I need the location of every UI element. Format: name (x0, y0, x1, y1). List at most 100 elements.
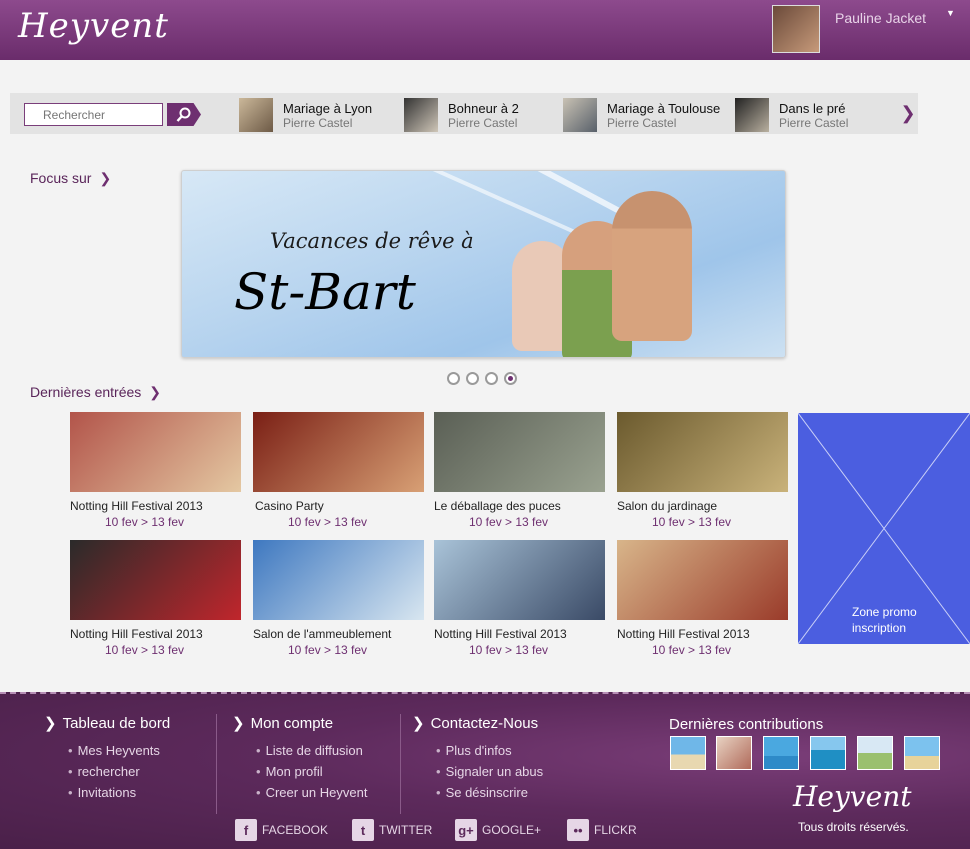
event-card-name: Casino Party (255, 499, 324, 513)
event-author: Pierre Castel (607, 116, 677, 130)
facebook-link[interactable]: f FACEBOOK (235, 819, 328, 841)
event-card-date: 10 fev > 13 fev (288, 643, 368, 657)
carousel-dot[interactable] (447, 372, 460, 385)
event-card-image (434, 540, 605, 620)
recent-event-item[interactable]: Bohneur à 2 Pierre Castel (404, 98, 559, 132)
footer-link[interactable]: rechercher (68, 761, 170, 782)
latest-heading[interactable]: Dernières entrées ❯ (30, 384, 161, 401)
footer-link[interactable]: Mon profil (256, 761, 367, 782)
focus-heading[interactable]: Focus sur ❯ (30, 170, 111, 187)
footer-link[interactable]: Signaler un abus (436, 761, 544, 782)
footer: ❯ Tableau de bord Mes Heyvents rechercher… (0, 692, 970, 849)
copyright-text: Tous droits réservés. (798, 820, 909, 834)
social-label: TWITTER (379, 823, 433, 837)
event-card-date: 10 fev > 13 fev (105, 643, 185, 657)
event-author: Pierre Castel (779, 116, 849, 130)
footer-heading-label: Tableau de bord (62, 715, 171, 732)
promo-line: Zone promo (852, 605, 917, 619)
footer-heading[interactable]: ❯ Contactez-Nous (412, 714, 543, 732)
footer-link[interactable]: Creer un Heyvent (256, 782, 368, 803)
contribution-thumbnail[interactable] (670, 736, 706, 770)
banner-subtitle: Vacances de rêve à (270, 229, 474, 253)
event-card[interactable]: Le déballage des puces 10 fev > 13 fev (434, 412, 605, 529)
event-card-name: Notting Hill Festival 2013 (70, 627, 203, 641)
contribution-thumbnail[interactable] (716, 736, 752, 770)
heyvent-logo[interactable]: Heyvent (18, 6, 169, 46)
event-author: Pierre Castel (448, 116, 518, 130)
footer-col-contact: ❯ Contactez-Nous Plus d'infos Signaler un… (412, 714, 543, 803)
event-card-date: 10 fev > 13 fev (469, 643, 549, 657)
event-card[interactable]: Notting Hill Festival 2013 10 fev > 13 f… (617, 540, 788, 657)
event-thumbnail (239, 98, 273, 132)
footer-link[interactable]: Invitations (68, 782, 170, 803)
event-card-image (70, 540, 241, 620)
event-card-image (617, 540, 788, 620)
user-name[interactable]: Pauline Jacket (835, 10, 926, 26)
recent-event-item[interactable]: Dans le pré Pierre Castel (735, 98, 895, 132)
event-card[interactable]: Salon du jardinage 10 fev > 13 fev (617, 412, 788, 529)
footer-heading[interactable]: ❯ Tableau de bord (44, 714, 170, 732)
social-label: GOOGLE+ (482, 823, 542, 837)
recent-event-item[interactable]: Mariage à Toulouse Pierre Castel (563, 98, 728, 132)
footer-link[interactable]: Mes Heyvents (68, 740, 170, 761)
chevron-right-icon: ❯ (99, 170, 112, 186)
chevron-right-icon: ❯ (149, 384, 162, 400)
footer-heading-label: Mon compte (250, 715, 334, 732)
chevron-right-icon[interactable]: ❯ (898, 93, 918, 134)
footer-link[interactable]: Se désinscrire (436, 782, 543, 803)
footer-logo: Heyvent (793, 780, 912, 813)
event-card-image (253, 540, 424, 620)
recent-event-item[interactable]: Mariage à Lyon Pierre Castel (239, 98, 399, 132)
sky-streak (395, 171, 629, 218)
event-card-image (617, 412, 788, 492)
flickr-link[interactable]: •• FLICKR (567, 819, 637, 841)
contribution-thumbnail[interactable] (810, 736, 846, 770)
event-card-image (70, 412, 241, 492)
event-card[interactable]: Casino Party 10 fev > 13 fev (253, 412, 424, 529)
contribution-thumbnail[interactable] (857, 736, 893, 770)
promo-text: Zone promo inscription (852, 604, 917, 636)
contribution-thumbnail[interactable] (904, 736, 940, 770)
footer-divider (216, 714, 217, 814)
carousel-dots (447, 372, 517, 385)
contributions-title: Dernières contributions (669, 716, 824, 733)
chevron-right-icon: ❯ (44, 715, 57, 732)
event-card-name: Salon du jardinage (617, 499, 718, 513)
event-card-image (434, 412, 605, 492)
event-card-image (253, 412, 424, 492)
user-avatar[interactable] (772, 5, 820, 53)
carousel-dot[interactable] (466, 372, 479, 385)
footer-heading[interactable]: ❯ Mon compte (232, 714, 367, 732)
event-title: Dans le pré (779, 101, 846, 116)
event-title: Bohneur à 2 (448, 101, 519, 116)
event-card-date: 10 fev > 13 fev (105, 515, 185, 529)
event-card[interactable]: Notting Hill Festival 2013 10 fev > 13 f… (434, 540, 605, 657)
contribution-thumbnail[interactable] (763, 736, 799, 770)
twitter-link[interactable]: t TWITTER (352, 819, 432, 841)
focus-title: Focus sur (30, 170, 92, 186)
user-menu-caret-icon[interactable]: ▼ (946, 8, 955, 18)
event-card-name: Notting Hill Festival 2013 (70, 499, 203, 513)
google-plus-icon: g+ (455, 819, 477, 841)
carousel-dot[interactable] (485, 372, 498, 385)
social-label: FACEBOOK (262, 823, 329, 837)
event-card[interactable]: Salon de l'ammeublement 10 fev > 13 fev (253, 540, 424, 657)
promo-zone[interactable]: Zone promo inscription (798, 413, 970, 644)
event-card[interactable]: Notting Hill Festival 2013 10 fev > 13 f… (70, 412, 241, 529)
footer-heading-label: Contactez-Nous (430, 715, 539, 732)
footer-link[interactable]: Liste de diffusion (256, 740, 367, 761)
google-plus-link[interactable]: g+ GOOGLE+ (455, 819, 541, 841)
promo-line: inscription (852, 621, 907, 635)
event-card[interactable]: Notting Hill Festival 2013 10 fev > 13 f… (70, 540, 241, 657)
carousel-dot-active[interactable] (504, 372, 517, 385)
search-button[interactable] (167, 103, 201, 126)
focus-banner[interactable]: Vacances de rêve à St-Bart (181, 170, 786, 358)
event-author: Pierre Castel (283, 116, 353, 130)
footer-link[interactable]: Plus d'infos (436, 740, 543, 761)
event-card-name: Salon de l'ammeublement (253, 627, 392, 641)
chevron-right-icon: ❯ (412, 715, 425, 732)
flickr-icon: •• (567, 819, 589, 841)
chevron-right-icon: ❯ (232, 715, 245, 732)
footer-col-account: ❯ Mon compte Liste de diffusion Mon profi… (232, 714, 367, 803)
search-input[interactable] (24, 103, 163, 126)
